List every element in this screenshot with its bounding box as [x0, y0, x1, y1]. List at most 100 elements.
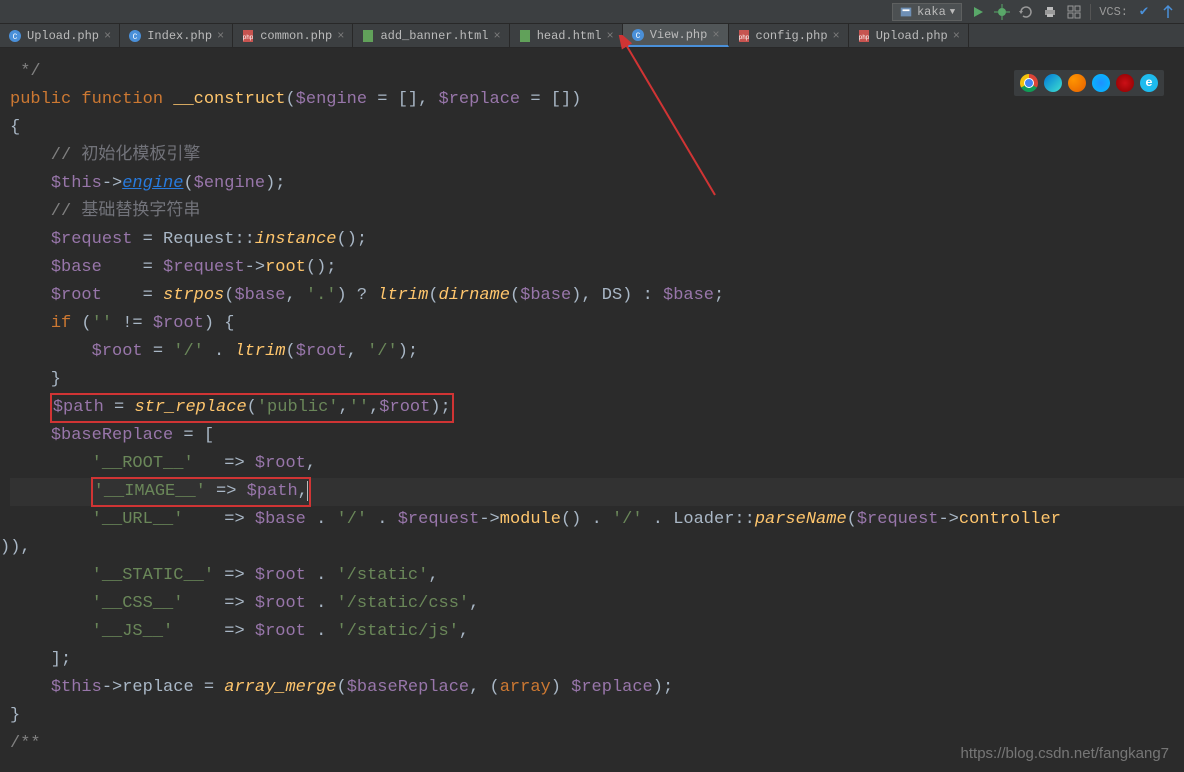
- variable: $replace: [439, 90, 521, 109]
- method: instance: [255, 230, 337, 249]
- variable: $root: [379, 398, 430, 417]
- tab-index-php[interactable]: C Index.php ×: [120, 24, 233, 47]
- html-file-icon: [518, 29, 532, 43]
- svg-text:php: php: [243, 34, 254, 41]
- string: '/': [337, 510, 368, 529]
- variable: $base: [255, 510, 306, 529]
- function: str_replace: [134, 398, 246, 417]
- run-config-selector[interactable]: kaka ▼: [892, 3, 962, 21]
- safari-icon[interactable]: [1092, 74, 1110, 92]
- edge-icon[interactable]: [1044, 74, 1062, 92]
- variable: $root: [296, 342, 347, 361]
- vcs-label: VCS:: [1099, 5, 1128, 19]
- variable: $base: [51, 258, 102, 277]
- text-cursor: [307, 481, 308, 501]
- function-name: __construct: [173, 90, 285, 109]
- printer-icon[interactable]: [1042, 4, 1058, 20]
- string: '/static': [336, 566, 428, 585]
- function: dirname: [439, 286, 510, 305]
- ie-icon[interactable]: e: [1140, 74, 1158, 92]
- tab-label: View.php: [650, 28, 708, 42]
- tab-common-php[interactable]: phpcommon.php×: [233, 24, 353, 47]
- php-file-icon: php: [737, 29, 751, 43]
- code-editor[interactable]: */ public function __construct($engine =…: [0, 48, 1184, 758]
- tab-label: Upload.php: [876, 29, 948, 43]
- variable: $base: [663, 286, 714, 305]
- variable: $replace: [571, 678, 653, 697]
- variable: $request: [857, 510, 939, 529]
- variable: $request: [163, 258, 245, 277]
- tab-head-html[interactable]: head.html ×: [510, 24, 623, 47]
- method: root: [265, 258, 306, 277]
- tab-label: Upload.php: [27, 29, 99, 43]
- watermark: https://blog.csdn.net/fangkang7: [961, 745, 1169, 762]
- variable: $engine: [194, 174, 265, 193]
- reload-icon[interactable]: [1018, 4, 1034, 20]
- chrome-icon[interactable]: [1020, 74, 1038, 92]
- variable: $baseReplace: [51, 426, 173, 445]
- keyword: public: [10, 90, 71, 109]
- string: '': [349, 398, 369, 417]
- tab-add-banner-html[interactable]: add_banner.html ×: [353, 24, 509, 47]
- close-icon[interactable]: ×: [337, 29, 344, 43]
- svg-text:php: php: [858, 34, 869, 41]
- string: '__CSS__': [92, 594, 184, 613]
- vcs-checkmark-icon[interactable]: ✔: [1136, 4, 1152, 20]
- opera-icon[interactable]: [1116, 74, 1134, 92]
- string: '/': [173, 342, 204, 361]
- string: '__IMAGE__': [94, 482, 206, 501]
- close-icon[interactable]: ×: [217, 29, 224, 43]
- string: '/static/css': [337, 594, 470, 613]
- top-toolbar: kaka ▼ VCS: ✔: [0, 0, 1184, 24]
- variable: $engine: [296, 90, 367, 109]
- tab-view-php[interactable]: C View.php ×: [623, 24, 729, 47]
- close-icon[interactable]: ×: [493, 29, 500, 43]
- string: '__URL__': [92, 510, 184, 529]
- method: parseName: [755, 510, 847, 529]
- variable: $request: [51, 230, 133, 249]
- tab-label: Index.php: [147, 29, 212, 43]
- class-name: Loader: [673, 510, 734, 529]
- run-icon[interactable]: [970, 4, 986, 20]
- firefox-icon[interactable]: [1068, 74, 1086, 92]
- variable: $root: [255, 622, 306, 641]
- debug-icon[interactable]: [994, 4, 1010, 20]
- variable: $base: [234, 286, 285, 305]
- close-icon[interactable]: ×: [104, 29, 111, 43]
- run-config-label: kaka: [917, 5, 946, 19]
- chevron-down-icon: ▼: [950, 7, 955, 17]
- tab-config-php[interactable]: phpconfig.php×: [729, 24, 849, 47]
- html-file-icon: [361, 29, 375, 43]
- string: '__JS__': [92, 622, 174, 641]
- keyword: function: [81, 90, 163, 109]
- variable: $this: [51, 678, 102, 697]
- svg-text:php: php: [738, 34, 749, 41]
- separator: [1090, 4, 1091, 20]
- highlighted-code-box-2: '__IMAGE__' => $path,: [92, 478, 310, 506]
- close-icon[interactable]: ×: [607, 29, 614, 43]
- highlighted-code-box-1: $path = str_replace('public','',$root);: [51, 394, 453, 422]
- keyword: array: [500, 678, 551, 697]
- vcs-icon[interactable]: [1160, 4, 1176, 20]
- php-file-icon: php: [241, 29, 255, 43]
- tab-upload-php[interactable]: CUpload.php×: [0, 24, 120, 47]
- variable: $root: [153, 314, 204, 333]
- tab-label: add_banner.html: [380, 29, 488, 43]
- variable: $baseReplace: [347, 678, 469, 697]
- variable: $base: [520, 286, 571, 305]
- comment: */: [10, 62, 41, 81]
- class-name: Request: [163, 230, 234, 249]
- close-icon[interactable]: ×: [712, 28, 719, 42]
- close-icon[interactable]: ×: [833, 29, 840, 43]
- tab-upload-php-2[interactable]: php Upload.php ×: [849, 24, 969, 47]
- browser-preview-panel: e: [1014, 70, 1164, 96]
- search-icon[interactable]: [1066, 4, 1082, 20]
- svg-text:C: C: [133, 33, 138, 42]
- close-icon[interactable]: ×: [953, 29, 960, 43]
- variable: $request: [398, 510, 480, 529]
- string: '': [92, 314, 112, 333]
- variable: $root: [255, 594, 306, 613]
- method-link[interactable]: engine: [122, 174, 183, 193]
- php-class-icon: C: [631, 28, 645, 42]
- tab-label: head.html: [537, 29, 602, 43]
